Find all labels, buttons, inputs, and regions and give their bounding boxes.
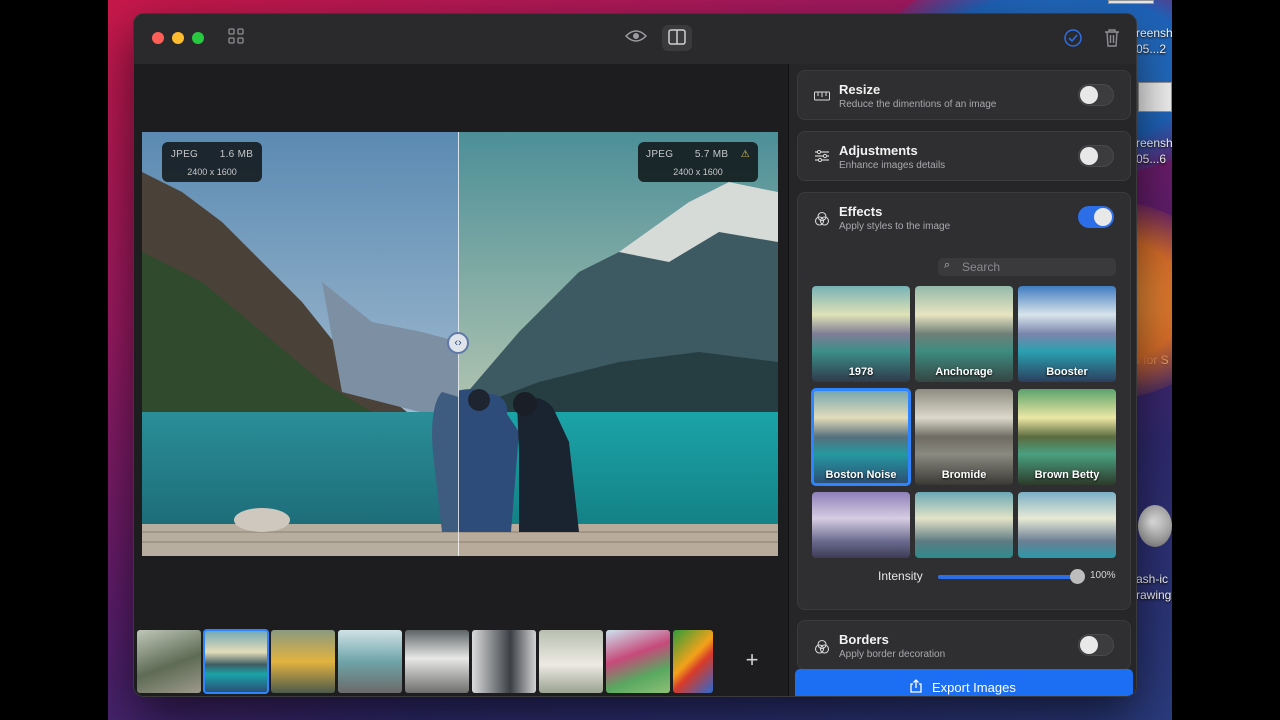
desktop-file-thumbnail[interactable] (1138, 82, 1172, 112)
original-format-size: JPEG 1.6 MB (162, 149, 262, 160)
effect-label: Brown Betty (1034, 469, 1100, 481)
desktop-file-label: s for S (1134, 353, 1169, 367)
effect-label: Anchorage (935, 366, 993, 378)
original-format: JPEG (170, 149, 199, 160)
desktop-drive-icon[interactable] (1138, 505, 1172, 547)
filmstrip-thumbnail[interactable] (405, 630, 469, 693)
effect-bromide[interactable]: Bromide (915, 389, 1013, 485)
intensity-slider-fill (938, 575, 1078, 579)
app-window: ‹› JPEG 1.6 MB 2400 x 1600 JPEG 5.7 MB ⚠ (133, 13, 1137, 697)
original-size: 1.6 MB (219, 149, 254, 160)
filmstrip-thumbnail[interactable] (271, 630, 335, 693)
export-label: Export Images (932, 680, 1016, 695)
effects-search-field[interactable]: ⌕ (938, 258, 1116, 276)
filmstrip-thumbnail[interactable] (539, 630, 603, 693)
effects-search-input[interactable] (962, 258, 1112, 276)
borders-title: Borders (839, 632, 889, 647)
effect-thumbnail[interactable] (915, 492, 1013, 558)
title-bar (134, 14, 1136, 64)
effect-thumbnail[interactable] (812, 492, 910, 558)
effect-1978[interactable]: 1978 (812, 286, 910, 382)
borders-card: Borders Apply border decoration (797, 620, 1131, 670)
effect-anchorage[interactable]: Anchorage (915, 286, 1013, 382)
toggle-knob (1080, 636, 1098, 654)
adjustments-title: Adjustments (839, 143, 918, 158)
processed-format: JPEG (646, 149, 674, 160)
resize-title: Resize (839, 82, 881, 97)
effects-card: Effects Apply styles to the image ⌕ 1978… (797, 192, 1131, 610)
effect-label: 1978 (848, 366, 874, 378)
effect-booster[interactable]: Booster (1018, 286, 1116, 382)
zoom-window-button[interactable] (192, 32, 204, 44)
minimize-window-button[interactable] (172, 32, 184, 44)
toggle-knob (1094, 208, 1112, 226)
desktop-file-label: ash-ic (1136, 572, 1169, 586)
filmstrip-thumbnail[interactable] (137, 630, 201, 693)
processed-dimensions: 2400 x 1600 (673, 167, 723, 177)
effect-label: Bromide (941, 469, 987, 481)
trash-icon[interactable] (1102, 28, 1122, 52)
filmstrip-thumbnail[interactable] (673, 630, 713, 693)
split-view-icon (667, 29, 687, 49)
desktop-file-thumbnail[interactable] (1108, 0, 1154, 4)
effect-label: Booster (1046, 366, 1088, 378)
close-window-button[interactable] (152, 32, 164, 44)
original-image (142, 132, 459, 556)
adjustments-subtitle: Enhance images details (839, 160, 946, 171)
effects-toggle[interactable] (1078, 206, 1114, 228)
chevrons-icon: ‹› (454, 337, 462, 349)
comparison-image[interactable]: ‹› JPEG 1.6 MB 2400 x 1600 JPEG 5.7 MB ⚠ (142, 132, 778, 556)
settings-panel: Resize Reduce the dimentions of an image… (788, 64, 1136, 696)
search-icon: ⌕ (944, 259, 951, 271)
sliders-icon (814, 149, 830, 166)
desktop-file-label: 05...6 (1136, 152, 1167, 166)
intensity-value: 100% (1090, 570, 1116, 581)
toggle-knob (1080, 147, 1098, 165)
adjustments-toggle[interactable] (1078, 145, 1114, 167)
filmstrip-thumbnail[interactable] (338, 630, 402, 693)
processed-size: 5.7 MB (694, 149, 729, 160)
effects-subtitle: Apply styles to the image (839, 221, 951, 232)
effect-thumbnail[interactable] (1018, 492, 1116, 558)
effects-circles-icon (814, 211, 830, 227)
desktop-file-label: 05...2 (1136, 42, 1167, 56)
ruler-icon (814, 89, 830, 105)
intensity-label: Intensity (878, 569, 923, 583)
filmstrip-thumbnail[interactable] (606, 630, 670, 693)
resize-card: Resize Reduce the dimentions of an image (797, 70, 1131, 120)
filmstrip-thumbnail[interactable] (472, 630, 536, 693)
checkmark-circle-icon[interactable] (1062, 28, 1084, 52)
filmstrip-thumbnail-selected[interactable] (203, 629, 269, 694)
grid-icon[interactable] (226, 28, 246, 48)
processed-format-size: JPEG 5.7 MB ⚠ (638, 149, 758, 160)
desktop-file-label: reensh (1136, 26, 1172, 40)
processed-info-badge: JPEG 5.7 MB ⚠ 2400 x 1600 (638, 142, 758, 182)
warning-icon[interactable]: ⚠ (741, 149, 750, 160)
adjustments-card: Adjustments Enhance images details (797, 131, 1131, 181)
image-filmstrip: + (134, 629, 788, 695)
comparison-handle[interactable]: ‹› (447, 332, 469, 354)
borders-toggle[interactable] (1078, 634, 1114, 656)
effect-label: Boston Noise (825, 469, 897, 481)
effect-brown-betty[interactable]: Brown Betty (1018, 389, 1116, 485)
preview-area: ‹› JPEG 1.6 MB 2400 x 1600 JPEG 5.7 MB ⚠ (134, 64, 788, 696)
desktop-file-label: rawing (1136, 588, 1172, 602)
borders-subtitle: Apply border decoration (839, 649, 946, 660)
processed-image (459, 132, 778, 556)
desktop-file-label: reensh (1136, 136, 1172, 150)
toggle-knob (1080, 86, 1098, 104)
borders-circles-icon (814, 639, 830, 655)
intensity-slider[interactable] (938, 569, 1085, 584)
effect-boston-noise[interactable]: Boston Noise (811, 388, 911, 486)
original-dimensions: 2400 x 1600 (187, 167, 237, 177)
resize-subtitle: Reduce the dimentions of an image (839, 99, 997, 110)
original-info-badge: JPEG 1.6 MB 2400 x 1600 (162, 142, 262, 182)
eye-icon[interactable] (624, 28, 648, 48)
intensity-slider-thumb[interactable] (1070, 569, 1085, 584)
export-images-button[interactable]: Export Images (795, 669, 1133, 696)
effects-title: Effects (839, 204, 883, 219)
add-image-button[interactable]: + (741, 647, 763, 673)
export-icon (909, 679, 923, 696)
resize-toggle[interactable] (1078, 84, 1114, 106)
